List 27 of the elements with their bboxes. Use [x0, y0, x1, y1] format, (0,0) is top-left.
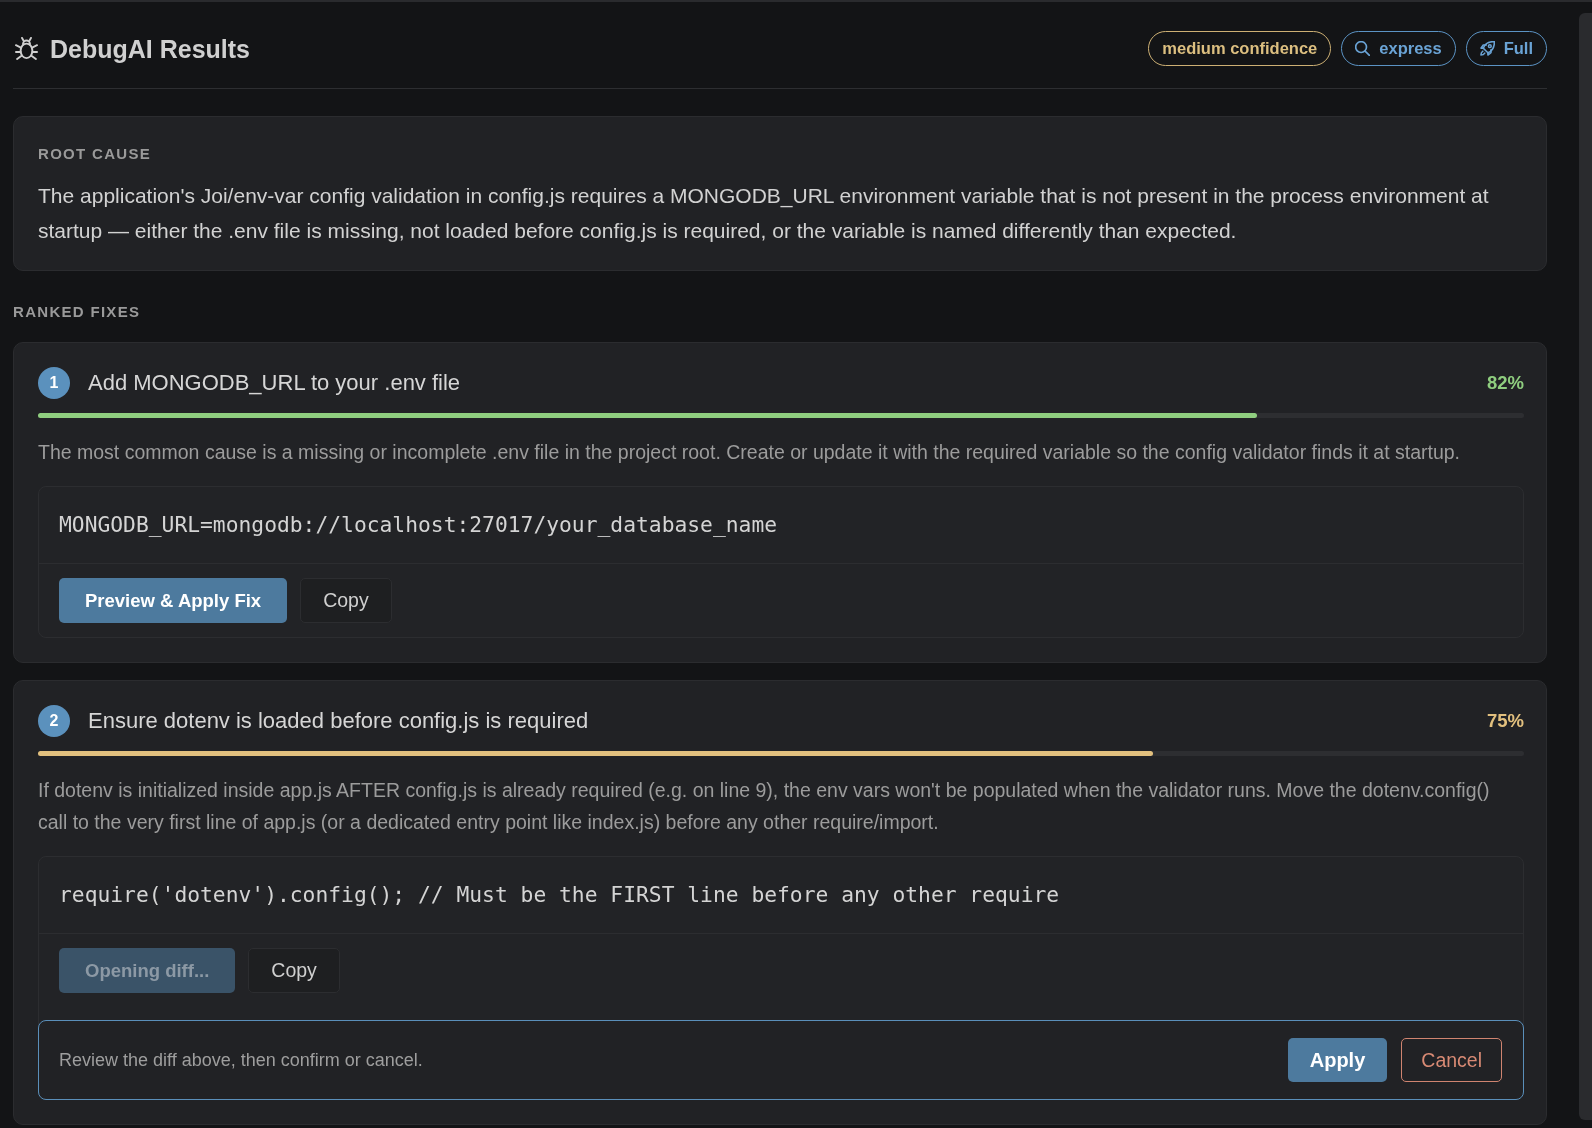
badge-label: medium confidence	[1162, 39, 1318, 58]
rocket-icon	[1479, 41, 1495, 56]
rank-number: 1	[38, 367, 70, 399]
copy-button[interactable]: Copy	[300, 578, 392, 623]
apply-fix-button[interactable]: Preview & Apply Fix	[59, 578, 288, 623]
confidence-percent: 82%	[1486, 372, 1524, 394]
badge-label: Full	[1503, 39, 1533, 58]
section-label: ROOT CAUSE	[38, 146, 152, 162]
fix-title: Add MONGODB_URL to your .env file	[88, 370, 462, 396]
scrollbar-thumb[interactable]	[1579, 13, 1592, 1120]
cancel-button[interactable]: Cancel	[1401, 1038, 1502, 1082]
code-snippet: require('dotenv').config(); // Must be the FIRST line before any other require	[39, 857, 1523, 934]
fix-description: If dotenv is initialized inside app.js AFTER config.js is already required (e.g. on line 9), the env vars won't be populated when the validator runs. Move the dotenv.config() call to the very first line of app.js (or a dedicated entry point like index.js) before any other require/import.	[38, 778, 1491, 835]
badge-label: express	[1379, 39, 1442, 58]
code-snippet: MONGODB_URL=mongodb://localhost:27017/your_database_name	[39, 487, 1523, 564]
copy-button[interactable]: Copy	[248, 948, 340, 993]
page-title: DebugAI Results	[50, 33, 252, 64]
confirm-message: Review the diff above, then confirm or cancel.	[59, 1049, 424, 1071]
fix-description: The most common cause is a missing or incomplete .env file in the project root. Create or update it with the required variable so the config validator finds it at startup.	[38, 440, 1462, 465]
confirm-button[interactable]: Apply	[1287, 1038, 1388, 1082]
fix-title: Ensure dotenv is loaded before config.js is required	[88, 708, 590, 734]
confidence-percent: 75%	[1486, 710, 1524, 732]
section-label: RANKED FIXES	[13, 304, 142, 320]
root-cause-text: The application's Joi/env-var config validation in config.js requires a MONGODB_URL environment variable that is not present in the process environment at startup — either the .env file is missing, not loaded before config.js is required, or the variable is named differently than expected.	[38, 183, 1490, 244]
bug-icon	[15, 37, 38, 60]
rank-number: 2	[38, 705, 70, 737]
search-icon	[1355, 41, 1371, 56]
